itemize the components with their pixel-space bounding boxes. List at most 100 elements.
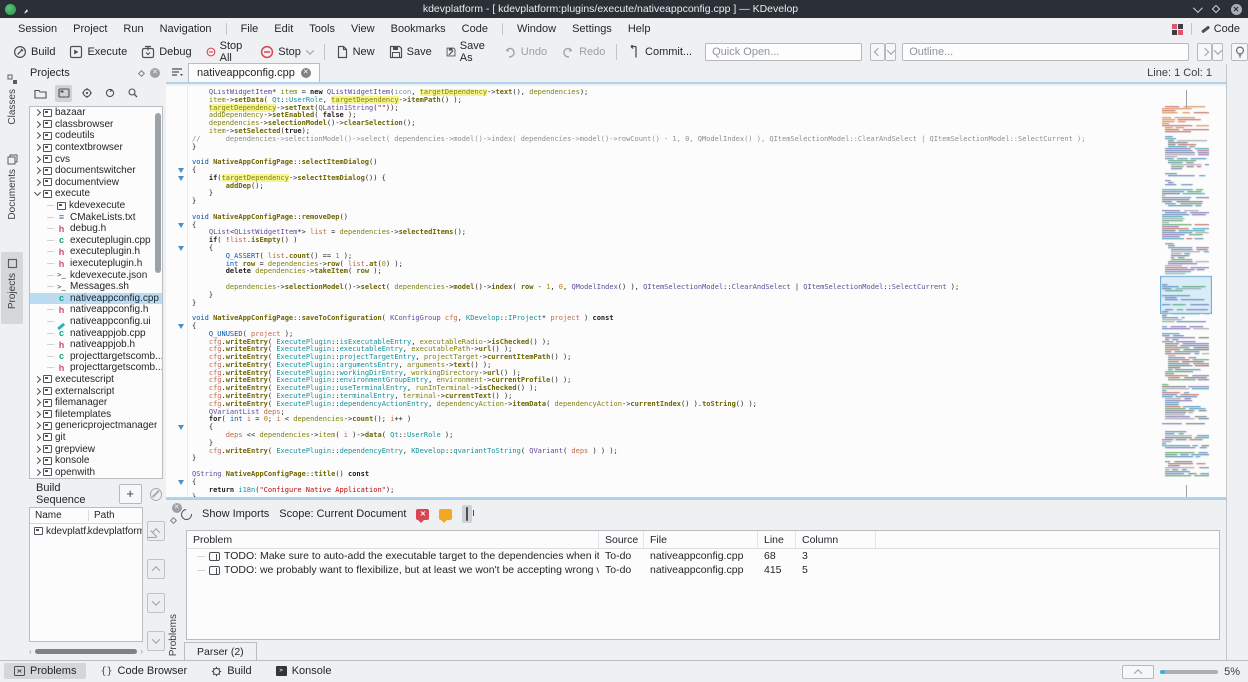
tree-item-cvs[interactable]: cvs — [30, 153, 162, 165]
code-line[interactable]: dependencies->selectionModel()->select( … — [192, 284, 1154, 292]
expander-icon[interactable] — [33, 445, 41, 453]
expander-icon[interactable] — [33, 457, 41, 465]
menu-tools[interactable]: Tools — [301, 23, 343, 35]
tree-item-classbrowser[interactable]: classbrowser — [30, 119, 162, 131]
tree-item-execute[interactable]: execute — [30, 188, 162, 200]
code-line[interactable]: if(targetDependency->selectItemDialog())… — [192, 175, 1154, 183]
menu-run[interactable]: Run — [115, 23, 151, 35]
commit-button[interactable]: Commit... — [621, 42, 699, 62]
code-view[interactable]: QListWidgetItem* item = new QListWidgetI… — [192, 89, 1154, 499]
expander-icon[interactable] — [33, 167, 41, 175]
fold-marker-icon[interactable] — [178, 324, 184, 329]
hscroll-thumb[interactable] — [35, 649, 138, 654]
sidebar-tab-classes[interactable]: Classes — [1, 68, 23, 134]
open-project-button[interactable] — [32, 85, 49, 102]
code-line[interactable]: void NativeAppConfigPage::selectItemDial… — [192, 159, 1154, 167]
column-header-line[interactable]: Line — [758, 531, 796, 548]
expander-icon[interactable] — [33, 132, 41, 140]
menu-edit[interactable]: Edit — [266, 23, 301, 35]
tab-close-icon[interactable]: ✕ — [301, 68, 311, 78]
stop-dropdown-icon[interactable] — [306, 46, 314, 54]
tree-item-bazaar[interactable]: bazaar — [30, 107, 162, 119]
stop-button[interactable]: Stop — [253, 42, 320, 62]
expander-icon[interactable] — [33, 155, 41, 163]
menu-help[interactable]: Help — [620, 23, 659, 35]
fold-marker-icon[interactable] — [178, 246, 184, 251]
fold-marker-icon[interactable] — [178, 480, 184, 485]
tree-item-debug-h[interactable]: hdebug.h — [30, 223, 162, 235]
sidebar-tab-projects[interactable]: Projects — [1, 252, 23, 324]
execute-button[interactable]: Execute — [62, 42, 134, 62]
fold-marker-icon[interactable] — [178, 425, 184, 430]
code-line[interactable]: // dependencies->selectionModel()->selec… — [192, 136, 1154, 144]
new-button[interactable]: New — [329, 42, 382, 62]
column-header-problem[interactable]: Problem — [187, 531, 599, 548]
nav-forward-button[interactable] — [1197, 43, 1213, 61]
code-line[interactable]: } — [192, 292, 1154, 300]
move-up-button[interactable] — [147, 559, 165, 579]
minimap[interactable] — [1160, 100, 1212, 480]
code-editor[interactable]: QListWidgetItem* item = new QListWidgetI… — [166, 86, 1226, 499]
statusbar-tab-konsole[interactable]: >Konsole — [266, 663, 342, 679]
tree-item-filetemplates[interactable]: filetemplates — [30, 408, 162, 420]
menu-window[interactable]: Window — [509, 23, 564, 35]
tree-item-executeplugin-cpp[interactable]: cexecuteplugin.cpp — [30, 235, 162, 247]
code-line[interactable]: QString NativeAppConfigPage::title() con… — [192, 471, 1154, 479]
expander-icon[interactable] — [33, 410, 41, 418]
tree-item-nativeappjob-cpp[interactable]: cnativeappjob.cpp — [30, 327, 162, 339]
expander-icon[interactable] — [33, 399, 41, 407]
tab-nativeappconfig[interactable]: nativeappconfig.cpp ✕ — [188, 63, 320, 82]
code-line[interactable]: return i18n("Configure Native Applicatio… — [192, 487, 1154, 495]
nav-back-button[interactable] — [870, 43, 886, 61]
stop-all-button[interactable]: Stop All — [199, 42, 254, 62]
fold-marker-icon[interactable] — [178, 223, 184, 228]
column-header-file[interactable]: File — [644, 531, 758, 548]
tree-item-kdevexecute-json[interactable]: >_kdevexecute.json — [30, 269, 162, 281]
sidebar-tab-documents[interactable]: Documents — [1, 148, 23, 238]
code-line[interactable]: } — [192, 300, 1154, 308]
menu-code[interactable]: Code — [454, 23, 496, 35]
menu-project[interactable]: Project — [65, 23, 115, 35]
project-view-button[interactable] — [55, 85, 72, 102]
code-line[interactable]: } — [192, 198, 1154, 206]
expander-icon[interactable] — [33, 468, 41, 476]
expander-icon[interactable] — [33, 422, 41, 430]
tree-item-nativeappjob-h[interactable]: hnativeappjob.h — [30, 339, 162, 351]
code-line[interactable]: } — [192, 144, 1154, 152]
expander-icon[interactable] — [33, 375, 41, 383]
code-line[interactable]: void NativeAppConfigPage::saveToConfigur… — [192, 315, 1154, 323]
fold-marker-icon[interactable] — [178, 168, 184, 173]
float-problems-icon[interactable] — [170, 517, 177, 524]
configure-project-button[interactable] — [78, 85, 95, 102]
undo-button[interactable]: Undo — [496, 42, 554, 62]
expander-icon[interactable] — [33, 144, 41, 152]
debug-button[interactable]: Debug — [134, 42, 198, 62]
code-line[interactable]: dependencies->selectionModel()->clearSel… — [192, 120, 1154, 128]
column-header-source[interactable]: Source — [599, 531, 644, 548]
tree-item-nativeappconfig-h[interactable]: hnativeappconfig.h — [30, 304, 162, 316]
tree-item-nativeappconfig-ui[interactable]: nativeappconfig.ui — [30, 316, 162, 328]
tree-item-codeutils[interactable]: codeutils — [30, 130, 162, 142]
float-panel-icon[interactable] — [138, 69, 145, 76]
build-sequence-hscrollbar[interactable]: ‹ › — [29, 647, 143, 655]
redo-button[interactable]: Redo — [554, 42, 612, 62]
tree-item-iexecuteplugin-h[interactable]: hiexecuteplugin.h — [30, 258, 162, 270]
move-bottom-button[interactable] — [147, 631, 165, 651]
menu-bookmarks[interactable]: Bookmarks — [383, 23, 454, 35]
code-line[interactable]: cfg.writeEntry( ExecutePlugin::dependenc… — [192, 448, 1154, 456]
errors-filter-icon[interactable]: ✕ — [416, 509, 429, 520]
tree-item-openwith[interactable]: openwith — [30, 466, 162, 478]
nav-back-dropdown[interactable] — [885, 43, 896, 61]
tree-item-git[interactable]: git — [30, 432, 162, 444]
tree-item-filemanager[interactable]: filemanager — [30, 397, 162, 409]
code-line[interactable]: cfg.writeEntry( ExecutePlugin::dependenc… — [192, 401, 1154, 409]
filter-project-button[interactable] — [124, 85, 141, 102]
scroll-up-icon[interactable] — [1186, 90, 1194, 98]
outline-input[interactable]: Outline... — [902, 43, 1189, 61]
expander-icon[interactable] — [33, 387, 41, 395]
column-header-path[interactable]: Path — [88, 510, 142, 521]
todo-filter-button[interactable] — [462, 505, 472, 523]
code-line[interactable]: for( int i = 0; i < dependencies->count(… — [192, 416, 1154, 424]
expander-icon[interactable] — [33, 178, 41, 186]
column-header-column[interactable]: Column — [796, 531, 876, 548]
